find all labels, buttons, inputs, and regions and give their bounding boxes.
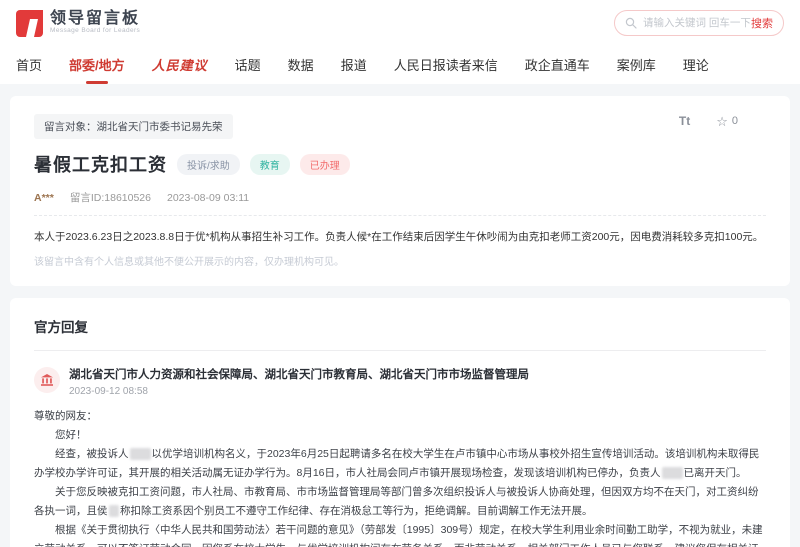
nav-item-topics[interactable]: 话题	[235, 55, 261, 76]
reply-item: 湖北省天门市人力资源和社会保障局、湖北省天门市教育局、湖北省天门市市场监督管理局…	[34, 366, 766, 397]
search-input[interactable]	[643, 17, 751, 29]
message-author: A***	[34, 191, 54, 204]
font-size-button[interactable]: Tt	[679, 114, 690, 128]
privacy-note: 该留言中含有个人信息或其他不便公开展示的内容，仅办理机构可见。	[34, 256, 344, 268]
search-box[interactable]: 搜索	[614, 10, 784, 36]
nav-item-data[interactable]: 数据	[288, 55, 314, 76]
official-reply-card: 官方回复 湖北省天门市人力资源和社会保障局、湖北省天门市教育局、湖北省天门市市场…	[10, 297, 790, 547]
favorite-count: 0	[731, 115, 738, 127]
message-date: 2023-08-09 03:11	[166, 191, 250, 204]
message-card: 留言对象：湖北省天门市委书记易先荣 暑假工克扣工资 投诉/求助 教育 已办理 A…	[10, 96, 790, 286]
reply-paragraph: 经查，被投诉人某某以优学培训机构名义，于2023年6月25日起聘请多名在校大学生…	[34, 447, 760, 479]
tag-status-handled: 已办理	[299, 153, 350, 175]
divider	[34, 349, 766, 351]
reply-paragraph: 您好！	[55, 428, 87, 441]
nav-item-case-library[interactable]: 案例库	[617, 55, 656, 76]
nav-item-theory[interactable]: 理论	[683, 55, 709, 76]
message-id: 留言ID:18610526	[69, 192, 151, 204]
reply-department: 湖北省天门市人力资源和社会保障局、湖北省天门市教育局、湖北省天门市市场监督管理局	[69, 368, 529, 381]
favorite-button[interactable]: ☆ 0	[716, 115, 738, 128]
reply-body: 尊敬的网友： 您好！ 经查，被投诉人某某以优学培训机构名义，于2023年6月25…	[34, 407, 766, 547]
reply-paragraph: 根据《关于贯彻执行〈中华人民共和国劳动法〉若干问题的意见》（劳部发〔1995〕3…	[34, 523, 763, 547]
reply-paragraph: 关于您反映被克扣工资问题，市人社局、市教育局、市市场监督管理局等部门曾多次组织投…	[34, 485, 759, 517]
speech-bubble-logo-icon	[16, 9, 43, 37]
nav-item-reader-letters[interactable]: 人民日报读者来信	[394, 55, 498, 76]
message-title: 暑假工克扣工资	[34, 155, 167, 175]
main-content: 留言对象：湖北省天门市委书记易先荣 暑假工克扣工资 投诉/求助 教育 已办理 A…	[0, 84, 800, 547]
logo-subtitle: Message Board for Leaders	[50, 26, 141, 34]
government-building-icon	[34, 366, 60, 393]
page: 领导留言板 Message Board for Leaders 搜索 首页 部委…	[0, 0, 800, 547]
redacted-text: 某某	[661, 466, 683, 479]
logo-title: 领导留言板	[50, 10, 141, 28]
official-reply-heading: 官方回复	[34, 319, 88, 335]
nav-item-gov-enterprise[interactable]: 政企直通车	[525, 55, 590, 76]
nav-item-peoples-suggestions[interactable]: 人民建议	[152, 55, 208, 76]
redacted-text: 某某	[129, 447, 151, 460]
site-logo[interactable]: 领导留言板 Message Board for Leaders	[16, 9, 141, 37]
star-icon: ☆	[716, 113, 728, 129]
tag-complaint-help: 投诉/求助	[177, 153, 240, 175]
redacted-text: 某	[108, 504, 119, 517]
message-meta: A*** 留言ID:18610526 2023-08-09 03:11	[34, 190, 766, 216]
tag-education: 教育	[249, 153, 290, 175]
reply-date: 2023-09-12 08:58	[69, 385, 148, 397]
main-nav: 首页 部委/地方 人民建议 话题 数据 报道 人民日报读者来信 政企直通车 案例…	[0, 46, 800, 84]
nav-item-home[interactable]: 首页	[16, 55, 42, 76]
nav-item-reports[interactable]: 报道	[341, 55, 367, 76]
message-target-badge: 留言对象：湖北省天门市委书记易先荣	[34, 114, 233, 139]
search-button[interactable]: 搜索	[751, 15, 773, 31]
nav-item-ministries-regions[interactable]: 部委/地方	[69, 55, 125, 76]
message-body: 本人于2023.6.23日之2023.8.8日于优*机构从事招生补习工作。负责人…	[34, 231, 764, 243]
reply-paragraph: 尊敬的网友：	[34, 409, 97, 422]
topbar: 领导留言板 Message Board for Leaders 搜索	[0, 0, 800, 46]
search-icon	[625, 17, 637, 29]
